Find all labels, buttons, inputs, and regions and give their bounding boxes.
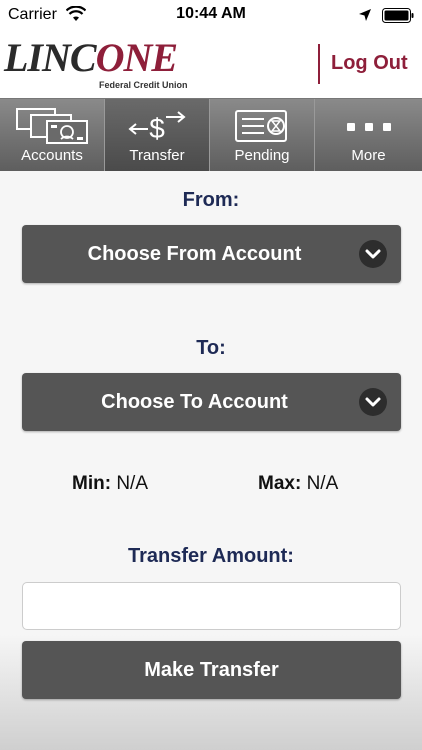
logo-wordmark: LINCONE [4,34,178,81]
tab-more[interactable]: More [315,99,422,172]
status-bar: Carrier 10:44 AM [0,0,422,30]
battery-icon [382,8,414,23]
to-label: To: [196,337,226,359]
lincone-logo: LINCONE Federal Credit Union [4,32,197,96]
tab-transfer[interactable]: $ Transfer [105,99,210,172]
svg-text:$: $ [149,113,165,144]
to-account-select-text: Choose To Account [101,391,288,413]
tab-pending[interactable]: Pending [210,99,315,172]
max-label: Max: [258,473,302,494]
min-value: N/A [116,473,149,494]
more-icon [346,123,391,131]
accounts-icon [16,108,88,144]
logout-button[interactable]: Log Out [331,52,408,75]
tab-bar: Accounts $ Transfer Pending More [0,98,422,172]
logo-linc: LINC [4,35,97,80]
make-transfer-button[interactable]: Make Transfer [22,641,401,699]
transfer-form: From: Choose From Account To: Choose To … [0,171,422,750]
tab-transfer-label: Transfer [129,147,185,164]
app-header: LINCONE Federal Credit Union Log Out [0,30,422,98]
tab-accounts[interactable]: Accounts [0,99,105,172]
chevron-down-icon [359,388,387,416]
transfer-icon: $ [128,111,186,144]
tab-more-label: More [351,147,386,164]
logo-subtitle: Federal Credit Union [99,80,188,90]
logo-one: ONE [95,35,178,80]
max-limit: Max: N/A [258,473,338,495]
min-limit: Min: N/A [72,473,148,495]
header-divider [318,44,320,84]
from-account-select-text: Choose From Account [87,243,302,265]
from-label: From: [182,189,240,211]
chevron-down-icon [359,240,387,268]
to-account-select[interactable]: Choose To Account [22,373,401,431]
from-account-select[interactable]: Choose From Account [22,225,401,283]
min-label: Min: [72,473,112,494]
tab-accounts-label: Accounts [21,147,83,164]
transfer-amount-input[interactable] [22,582,401,630]
transfer-amount-label: Transfer Amount: [128,545,294,567]
pending-icon [235,110,287,142]
location-icon [359,9,371,21]
tab-pending-label: Pending [234,147,290,164]
max-value: N/A [306,473,339,494]
